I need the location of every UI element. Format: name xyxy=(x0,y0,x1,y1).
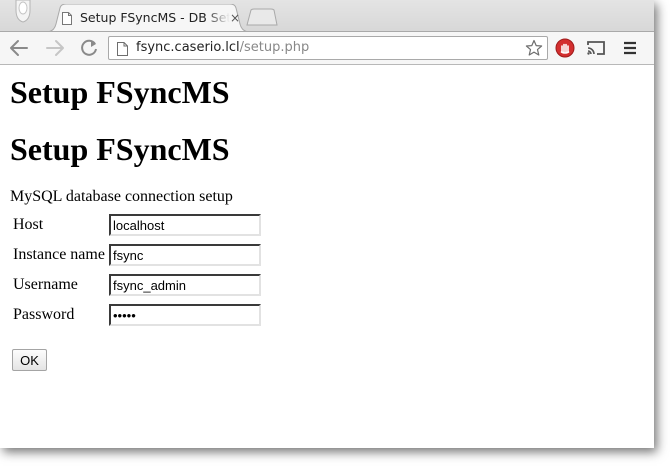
profile-icon[interactable] xyxy=(12,0,34,28)
browser-window: Setup FSyncMS - DB Setup × fsync.caserio… xyxy=(0,0,654,448)
url-text[interactable]: fsync.caserio.lcl/setup.php xyxy=(136,40,309,55)
reload-icon[interactable] xyxy=(78,37,100,59)
section-label: MySQL database connection setup xyxy=(10,188,233,205)
address-bar[interactable]: fsync.caserio.lcl/setup.php xyxy=(108,36,548,60)
host-label: Host xyxy=(13,216,44,233)
instance-name-label: Instance name xyxy=(13,246,105,263)
toolbar: fsync.caserio.lcl/setup.php xyxy=(0,31,654,65)
instance-name-input[interactable] xyxy=(109,244,261,266)
hamburger-menu-icon[interactable] xyxy=(619,37,641,59)
new-tab-button[interactable] xyxy=(246,8,278,26)
page-heading: Setup FSyncMS xyxy=(10,74,230,110)
cast-icon[interactable] xyxy=(585,37,607,59)
page-icon xyxy=(117,42,128,56)
stop-hand-icon[interactable] xyxy=(554,37,576,59)
host-input[interactable] xyxy=(109,214,261,236)
close-tab-icon[interactable]: × xyxy=(229,11,241,25)
url-path: /setup.php xyxy=(239,40,310,55)
password-row: Password xyxy=(0,304,300,330)
tab-strip: Setup FSyncMS - DB Setup × xyxy=(0,0,654,32)
password-label: Password xyxy=(13,306,75,323)
ok-button[interactable]: OK xyxy=(12,349,47,371)
username-input[interactable] xyxy=(109,274,261,296)
forward-arrow-icon[interactable] xyxy=(44,37,66,59)
password-input[interactable] xyxy=(109,304,261,326)
username-row: Username xyxy=(0,274,300,300)
username-label: Username xyxy=(13,276,78,293)
host-row: Host xyxy=(0,214,300,240)
tab-title: Setup FSyncMS - DB Setup xyxy=(80,10,230,25)
star-icon[interactable] xyxy=(525,39,543,57)
page-content: Setup FSyncMS Setup FSyncMS MySQL databa… xyxy=(0,64,654,448)
back-arrow-icon[interactable] xyxy=(8,37,30,59)
page-heading-secondary: Setup FSyncMS xyxy=(10,131,230,167)
page-favicon-icon xyxy=(62,12,72,25)
tab-active[interactable]: Setup FSyncMS - DB Setup × xyxy=(46,4,250,32)
url-host: fsync.caserio.lcl xyxy=(136,40,240,55)
instance-name-row: Instance name xyxy=(0,244,300,270)
